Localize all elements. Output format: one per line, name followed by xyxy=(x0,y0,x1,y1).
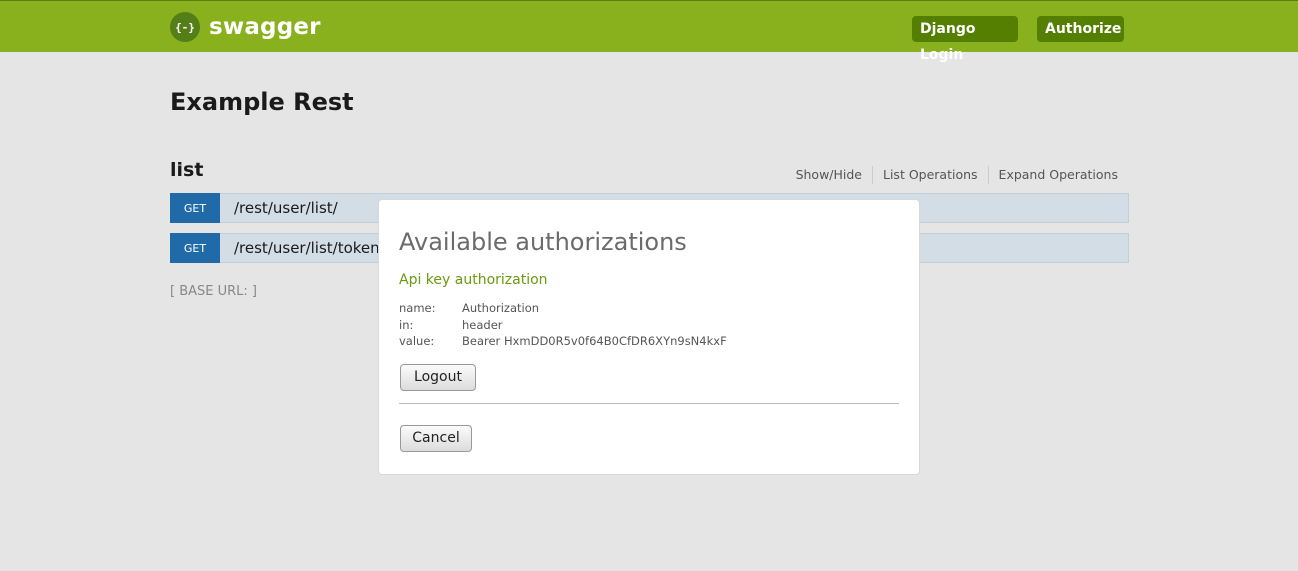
field-value: Bearer HxmDD0R5v0f64B0CfDR6XYn9sN4kxF xyxy=(462,334,727,348)
logo-text: swagger xyxy=(209,14,321,40)
authorizations-dialog: Available authorizations Api key authori… xyxy=(378,199,920,475)
operation-path[interactable]: /rest/user/list/token xyxy=(234,239,380,257)
top-header: {-} swagger Django Login Authorize xyxy=(0,0,1298,63)
field-key: in: xyxy=(399,318,414,332)
http-method-badge[interactable]: GET xyxy=(170,233,220,263)
field-value: header xyxy=(462,318,503,332)
auth-field-in: in: header xyxy=(399,318,503,332)
field-key: name: xyxy=(399,301,436,315)
field-value: Authorization xyxy=(462,301,540,315)
resource-actions: Show/Hide List Operations Expand Operati… xyxy=(786,166,1118,184)
auth-field-name: name: Authorization xyxy=(399,301,539,315)
base-url-label: [ BASE URL: ] xyxy=(170,284,257,299)
auth-scheme-name: Api key authorization xyxy=(399,272,548,288)
authorize-button[interactable]: Authorize xyxy=(1037,16,1124,42)
swagger-logo-icon: {-} xyxy=(170,12,200,42)
list-operations-link[interactable]: List Operations xyxy=(872,166,988,184)
dialog-title: Available authorizations xyxy=(399,228,687,256)
swagger-logo[interactable]: {-} swagger xyxy=(170,12,321,42)
auth-field-value: value: Bearer HxmDD0R5v0f64B0CfDR6XYn9sN4… xyxy=(399,334,727,348)
django-login-button[interactable]: Django Login xyxy=(912,16,1018,63)
show-hide-link[interactable]: Show/Hide xyxy=(786,166,872,184)
expand-operations-link[interactable]: Expand Operations xyxy=(987,166,1118,184)
resource-heading[interactable]: list xyxy=(170,159,203,181)
cancel-button[interactable]: Cancel xyxy=(400,425,472,452)
field-key: value: xyxy=(399,334,435,348)
http-method-badge[interactable]: GET xyxy=(170,193,220,223)
logout-button[interactable]: Logout xyxy=(400,364,476,391)
dialog-divider xyxy=(399,403,899,404)
page-title: Example Rest xyxy=(170,88,354,116)
operation-path[interactable]: /rest/user/list/ xyxy=(234,199,338,217)
